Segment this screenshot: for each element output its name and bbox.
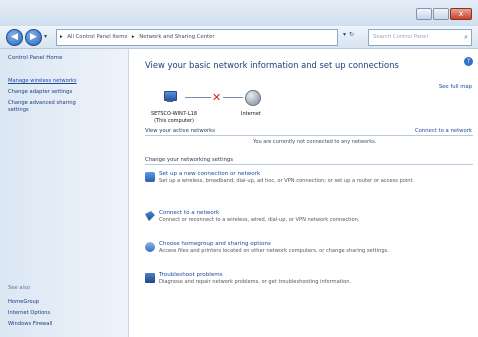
maximize-button[interactable] — [433, 8, 449, 20]
see-also-homegroup[interactable]: HomeGroup — [8, 299, 39, 305]
task-link[interactable]: Set up a new connection or network — [159, 170, 471, 178]
active-networks-label: View your active networks — [145, 128, 215, 134]
title-bar: x — [0, 0, 478, 26]
close-button[interactable]: x — [450, 8, 472, 20]
red-x-icon: ✕ — [212, 91, 222, 104]
window-controls: x — [416, 8, 472, 20]
task-connect-network: Connect to a network Connect or reconnec… — [145, 209, 471, 224]
forward-arrow-icon[interactable]: ▶ — [25, 29, 42, 46]
address-buttons: ▾↻ — [343, 31, 357, 38]
computer-icon — [163, 90, 177, 104]
task-description: Set up a wireless, broadband, dial-up, a… — [159, 178, 415, 184]
see-also-internet-options[interactable]: Internet Options — [8, 310, 50, 316]
internet-label: Internet — [241, 111, 261, 117]
sidebar-home-link[interactable]: Control Panel Home — [8, 55, 62, 61]
sidebar-item-adapter-settings[interactable]: Change adapter settings — [8, 89, 72, 95]
task-link[interactable]: Choose homegroup and sharing options — [159, 240, 471, 248]
task-link[interactable]: Troubleshoot problems — [159, 271, 471, 279]
new-connection-icon — [145, 172, 155, 182]
task-homegroup-sharing: Choose homegroup and sharing options Acc… — [145, 240, 471, 255]
status-text: You are currently not connected to any n… — [253, 139, 377, 145]
navigation-bar: ◀ ▶ ▾ ▸ All Control Panel Items ▸ Networ… — [0, 26, 478, 49]
see-full-map-link[interactable]: See full map — [439, 84, 472, 90]
task-new-connection: Set up a new connection or network Set u… — [145, 170, 471, 185]
page-title: View your basic network information and … — [145, 60, 399, 70]
homegroup-icon — [145, 242, 155, 252]
main-content: View your basic network information and … — [129, 49, 478, 337]
connect-to-network-link[interactable]: Connect to a network — [415, 128, 472, 134]
breadcrumb-item[interactable]: All Control Panel Items — [67, 34, 127, 40]
refresh-icon[interactable]: ↻ — [349, 31, 357, 38]
computer-name: SETSCO-WIN7-L18 — [150, 111, 198, 117]
sidebar-item-advanced-sharing[interactable]: Change advanced sharing settings — [8, 100, 98, 114]
map-connector — [223, 97, 243, 98]
control-panel-window: x ◀ ▶ ▾ ▸ All Control Panel Items ▸ Netw… — [0, 0, 478, 337]
sidebar-item-manage-wireless[interactable]: Manage wireless networks — [8, 78, 77, 84]
recent-pages-dropdown[interactable]: ▾ — [44, 33, 47, 40]
computer-subtitle: (This computer) — [154, 118, 194, 124]
back-arrow-icon[interactable]: ◀ — [6, 29, 23, 46]
help-icon[interactable]: ? — [464, 57, 473, 66]
minimize-button[interactable] — [416, 8, 432, 20]
divider — [145, 135, 473, 136]
map-connector — [185, 97, 211, 98]
task-description: Access files and printers located on oth… — [159, 248, 389, 254]
search-input[interactable]: Search Control Panel ⌕ — [368, 29, 472, 46]
sidebar: Control Panel Home Manage wireless netwo… — [0, 49, 129, 337]
divider — [145, 164, 473, 165]
see-also-windows-firewall[interactable]: Windows Firewall — [8, 321, 52, 327]
breadcrumb-item[interactable]: Network and Sharing Center — [139, 34, 214, 40]
task-description: Diagnose and repair network problems, or… — [159, 279, 352, 285]
network-map: ✕ SETSCO-WIN7-L18 (This computer) Intern… — [151, 90, 355, 130]
globe-icon — [245, 90, 261, 106]
change-settings-label: Change your networking settings — [145, 157, 234, 163]
task-description: Connect or reconnect to a wireless, wire… — [159, 217, 360, 223]
search-placeholder: Search Control Panel — [373, 34, 429, 40]
search-icon[interactable]: ⌕ — [464, 30, 468, 45]
see-also-label: See also — [8, 285, 30, 291]
address-bar[interactable]: ▸ All Control Panel Items ▸ Network and … — [56, 29, 338, 46]
task-troubleshoot: Troubleshoot problems Diagnose and repai… — [145, 271, 471, 286]
task-link[interactable]: Connect to a network — [159, 209, 471, 217]
connect-network-icon — [145, 211, 155, 221]
troubleshoot-icon — [145, 273, 155, 283]
